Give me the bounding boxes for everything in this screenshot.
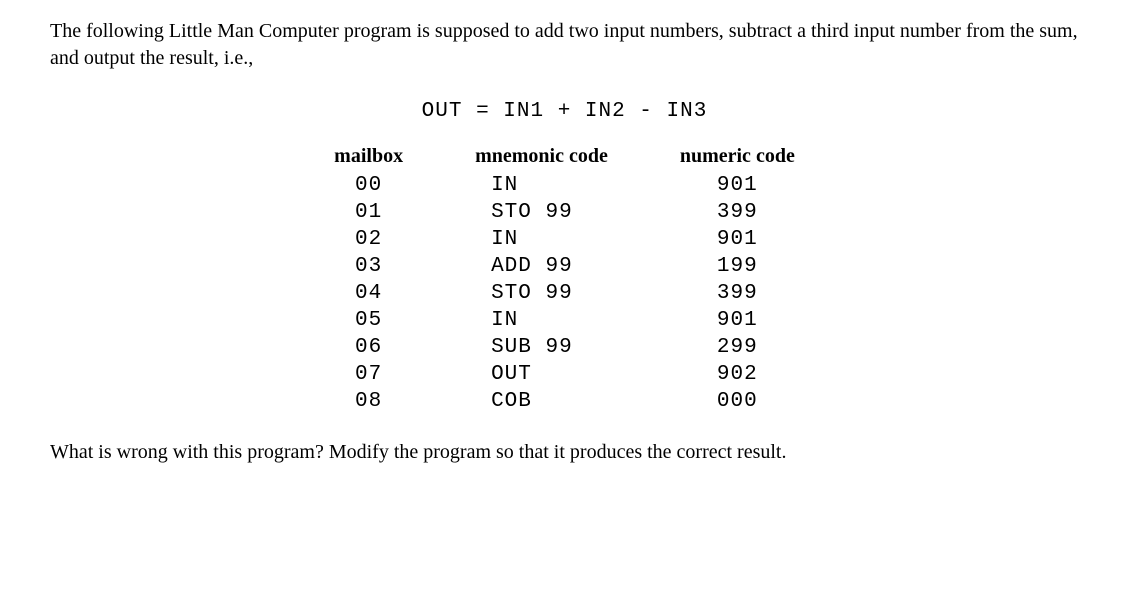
table-row: 06 SUB 99 299 — [298, 334, 831, 361]
cell-mnemonic: IN — [439, 172, 644, 199]
program-table-wrap: mailbox mnemonic code numeric code 00 IN… — [50, 141, 1079, 415]
cell-numeric: 199 — [644, 253, 831, 280]
table-row: 03 ADD 99 199 — [298, 253, 831, 280]
header-numeric: numeric code — [644, 141, 831, 172]
header-mnemonic: mnemonic code — [439, 141, 644, 172]
cell-mnemonic: COB — [439, 388, 644, 415]
cell-mailbox: 01 — [298, 199, 439, 226]
cell-numeric: 901 — [644, 172, 831, 199]
cell-numeric: 902 — [644, 361, 831, 388]
cell-numeric: 299 — [644, 334, 831, 361]
cell-mnemonic: STO 99 — [439, 199, 644, 226]
table-row: 05 IN 901 — [298, 307, 831, 334]
cell-mnemonic: IN — [439, 226, 644, 253]
intro-paragraph: The following Little Man Computer progra… — [50, 18, 1079, 72]
cell-numeric: 901 — [644, 307, 831, 334]
cell-mailbox: 05 — [298, 307, 439, 334]
formula-text: OUT = IN1 + IN2 - IN3 — [50, 100, 1079, 123]
cell-numeric: 000 — [644, 388, 831, 415]
table-row: 04 STO 99 399 — [298, 280, 831, 307]
cell-numeric: 399 — [644, 199, 831, 226]
cell-mailbox: 07 — [298, 361, 439, 388]
cell-mailbox: 04 — [298, 280, 439, 307]
table-row: 08 COB 000 — [298, 388, 831, 415]
program-table: mailbox mnemonic code numeric code 00 IN… — [298, 141, 831, 415]
cell-mailbox: 06 — [298, 334, 439, 361]
cell-mailbox: 02 — [298, 226, 439, 253]
header-mailbox: mailbox — [298, 141, 439, 172]
table-row: 02 IN 901 — [298, 226, 831, 253]
cell-mnemonic: ADD 99 — [439, 253, 644, 280]
table-row: 00 IN 901 — [298, 172, 831, 199]
cell-numeric: 901 — [644, 226, 831, 253]
table-row: 01 STO 99 399 — [298, 199, 831, 226]
cell-mnemonic: SUB 99 — [439, 334, 644, 361]
cell-mailbox: 08 — [298, 388, 439, 415]
outro-paragraph: What is wrong with this program? Modify … — [50, 439, 1079, 466]
cell-mnemonic: OUT — [439, 361, 644, 388]
cell-mnemonic: IN — [439, 307, 644, 334]
cell-mnemonic: STO 99 — [439, 280, 644, 307]
table-header-row: mailbox mnemonic code numeric code — [298, 141, 831, 172]
cell-numeric: 399 — [644, 280, 831, 307]
cell-mailbox: 03 — [298, 253, 439, 280]
cell-mailbox: 00 — [298, 172, 439, 199]
table-row: 07 OUT 902 — [298, 361, 831, 388]
